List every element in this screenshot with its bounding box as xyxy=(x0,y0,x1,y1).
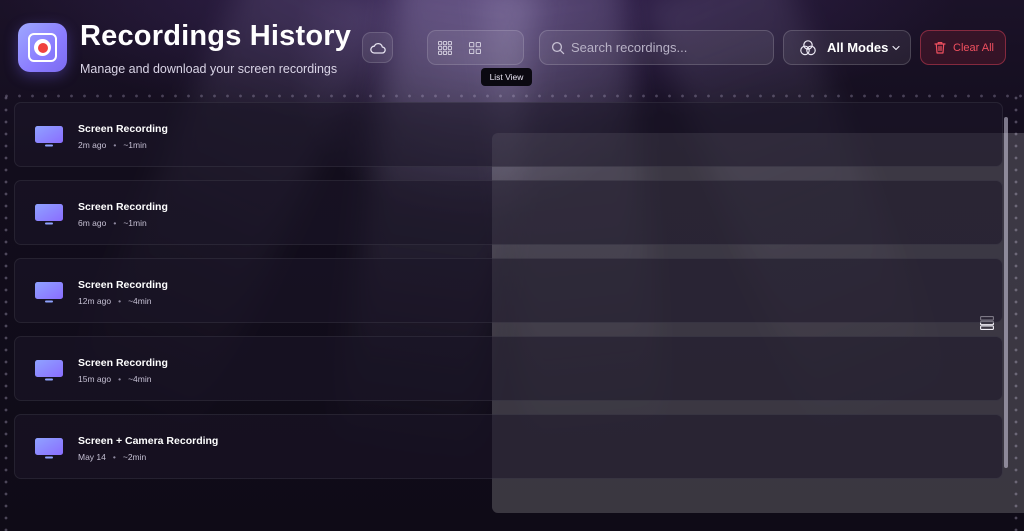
record-dot-icon xyxy=(34,39,51,56)
recording-row[interactable]: Screen Recording 15m ago • ~4min xyxy=(14,336,1003,401)
view-mode-toggle xyxy=(427,30,1024,513)
recording-duration: ~2min xyxy=(122,452,147,462)
monitor-icon xyxy=(35,438,63,459)
modes-dropdown[interactable]: All Modes xyxy=(783,30,911,65)
recording-duration: ~4min xyxy=(128,296,152,306)
search-input[interactable] xyxy=(571,40,771,55)
clear-all-label: Clear All xyxy=(953,41,994,54)
recording-duration: ~1min xyxy=(123,140,147,150)
cloud-icon xyxy=(369,42,386,54)
recording-title: Screen Recording xyxy=(78,279,168,291)
recording-meta: 6m ago • ~1min xyxy=(78,218,147,228)
filmstrip-border-left xyxy=(2,92,10,531)
list-view-tooltip: List View xyxy=(481,68,532,86)
modes-label: All Modes xyxy=(827,40,889,55)
page-title: Recordings History xyxy=(80,20,352,52)
monitor-icon xyxy=(35,360,63,381)
recording-title: Screen + Camera Recording xyxy=(78,435,219,447)
recording-row[interactable]: Screen + Camera Recording May 14 • ~2min xyxy=(14,414,1003,479)
meta-separator: • xyxy=(112,452,116,462)
recording-duration: ~4min xyxy=(128,374,152,384)
header: Recordings History Manage and download y… xyxy=(0,0,1024,513)
page-subtitle: Manage and download your screen recordin… xyxy=(80,62,338,76)
recording-row[interactable]: Screen Recording 12m ago • ~4min xyxy=(14,258,1003,323)
large-grid-view-button[interactable] xyxy=(431,34,459,61)
recording-title: Screen Recording xyxy=(78,123,168,135)
meta-separator: • xyxy=(118,296,122,306)
trash-icon xyxy=(934,41,946,54)
filmstrip-border-top xyxy=(0,92,1024,100)
search-box xyxy=(539,30,774,65)
recording-meta: May 14 • ~2min xyxy=(78,452,146,462)
recording-title: Screen Recording xyxy=(78,201,168,213)
grid-large-icon xyxy=(438,40,452,55)
search-icon xyxy=(551,41,565,55)
clear-all-button[interactable]: Clear All xyxy=(920,30,1006,65)
monitor-icon xyxy=(35,204,63,225)
meta-separator: • xyxy=(113,140,117,150)
list-scrollbar[interactable] xyxy=(1004,117,1008,468)
recording-title: Screen Recording xyxy=(78,357,168,369)
cloud-button[interactable] xyxy=(362,32,393,63)
recordings-list: Screen Recording 2m ago • ~1min Screen Rec… xyxy=(14,102,1004,482)
meta-separator: • xyxy=(118,374,122,384)
recordings-history-app: Recordings History Manage and download y… xyxy=(0,0,1024,531)
recording-duration: ~1min xyxy=(123,218,147,228)
meta-separator: • xyxy=(113,218,117,228)
recording-row[interactable]: Screen Recording 2m ago • ~1min xyxy=(14,102,1003,167)
recording-time: 2m ago xyxy=(78,140,107,150)
recording-meta: 2m ago • ~1min xyxy=(78,140,147,150)
grid-small-icon xyxy=(469,41,481,54)
chevron-down-icon xyxy=(892,45,901,51)
recording-meta: 12m ago • ~4min xyxy=(78,296,151,306)
recording-row[interactable]: Screen Recording 6m ago • ~1min xyxy=(14,180,1003,245)
monitor-icon xyxy=(35,126,63,147)
small-grid-view-button[interactable] xyxy=(461,34,489,61)
monitor-icon xyxy=(35,282,63,303)
recording-time: 12m ago xyxy=(78,296,112,306)
recording-time: 6m ago xyxy=(78,218,107,228)
recording-time: 15m ago xyxy=(78,374,112,384)
recording-time: May 14 xyxy=(78,452,106,462)
recording-meta: 15m ago • ~4min xyxy=(78,374,151,384)
modes-icon xyxy=(799,39,817,57)
app-logo-icon xyxy=(18,23,67,72)
